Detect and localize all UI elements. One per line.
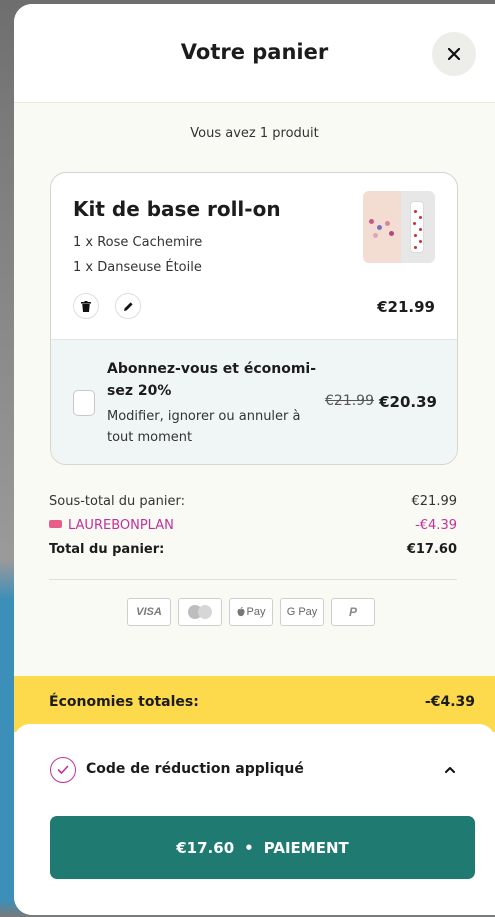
product-name: Kit de base roll-on <box>73 197 281 221</box>
checkout-button[interactable]: €17.60 • PAIEMENT <box>50 816 475 879</box>
total-value: €17.60 <box>406 542 457 557</box>
subtotal-label: Sous-total du panier: <box>49 494 185 509</box>
cart-item-card: Kit de base roll-on 1 x Rose Cachemire 1… <box>50 172 458 465</box>
subscription-price: €20.39 <box>379 393 437 411</box>
pencil-icon <box>123 297 134 316</box>
checkout-panel: Code de réduction appliqué €17.60 • PAIE… <box>14 724 495 915</box>
checkout-label: PAIEMENT <box>263 838 349 857</box>
payment-methods: VISA Pay G Pay P <box>127 598 382 626</box>
discount-applied-label: Code de réduction appliqué <box>86 761 304 777</box>
paypal-icon: P <box>331 598 375 626</box>
discount-code-label: LAUREBONPLAN <box>68 518 174 533</box>
tag-icon <box>49 520 62 528</box>
close-button[interactable] <box>432 32 476 76</box>
google-pay-icon: G Pay <box>280 598 324 626</box>
remove-item-button[interactable] <box>73 293 99 319</box>
total-row: Total du panier: €17.60 <box>49 542 457 562</box>
savings-value: -€4.39 <box>424 694 475 710</box>
edit-item-button[interactable] <box>115 293 141 319</box>
product-thumbnail <box>363 191 435 263</box>
discount-code-value: -€4.39 <box>415 518 457 533</box>
product-variant: 1 x Danseuse Étoile <box>73 260 202 275</box>
subtotal-row: Sous-total du panier: €21.99 <box>49 494 457 514</box>
summary-divider <box>49 579 457 580</box>
subtotal-value: €21.99 <box>411 494 458 509</box>
subscription-option: Abonnez-vous et économi-sez 20% Modifier… <box>51 339 457 464</box>
chevron-up-icon[interactable] <box>442 761 458 777</box>
subscription-title: Abonnez-vous et économi-sez 20% <box>107 361 317 399</box>
discount-applied-toggle[interactable]: Code de réduction appliqué <box>50 755 458 785</box>
savings-label: Économies totales: <box>49 694 199 710</box>
product-count: Vous avez 1 produit <box>190 126 319 141</box>
subscription-description: Modifier, ignorer ou annuler à tout mome… <box>107 409 301 445</box>
discount-code-row: LAUREBONPLAN -€4.39 <box>49 518 457 538</box>
checkmark-icon <box>50 757 76 783</box>
original-price: €21.99 <box>325 393 374 409</box>
total-label: Total du panier: <box>49 542 165 557</box>
cart-drawer: Votre panier Vous avez 1 produit Kit de … <box>14 4 495 915</box>
product-variant: 1 x Rose Cachemire <box>73 235 203 250</box>
trash-icon <box>81 297 91 316</box>
cart-header: Votre panier <box>14 4 495 103</box>
item-price: €21.99 <box>377 298 435 316</box>
visa-icon: VISA <box>127 598 171 626</box>
checkout-separator: • <box>244 838 254 857</box>
apple-pay-icon: Pay <box>229 598 273 626</box>
checkout-amount: €17.60 <box>176 838 235 857</box>
cart-title: Votre panier <box>180 40 329 64</box>
mastercard-icon <box>178 598 222 626</box>
subscribe-checkbox[interactable] <box>73 390 95 416</box>
close-icon <box>447 45 461 64</box>
